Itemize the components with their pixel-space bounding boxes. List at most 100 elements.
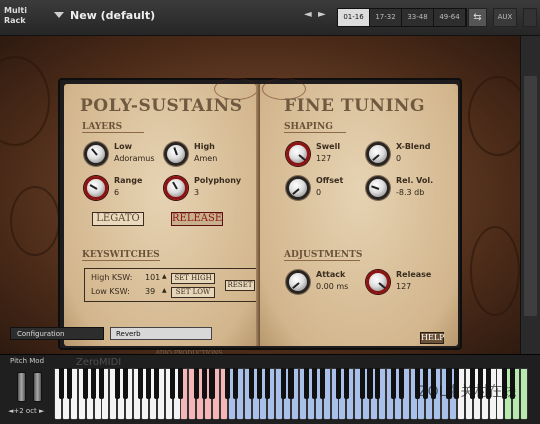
tab-17-32[interactable]: 17-32: [370, 9, 402, 26]
pitch-wheel[interactable]: [17, 372, 26, 402]
swell-knob[interactable]: [286, 142, 310, 166]
black-key[interactable]: [209, 368, 215, 399]
black-key[interactable]: [169, 368, 176, 399]
aux-button[interactable]: AUX: [493, 8, 517, 27]
black-key[interactable]: [233, 368, 239, 399]
black-key[interactable]: [391, 368, 397, 399]
black-key[interactable]: [312, 368, 318, 399]
white-key[interactable]: [520, 368, 529, 420]
black-key[interactable]: [288, 368, 294, 399]
low-layer-knob[interactable]: [84, 142, 108, 166]
rel-vol-value: -8.3 db: [396, 188, 425, 197]
help-button[interactable]: HELP: [420, 332, 445, 344]
configuration-tab[interactable]: Configuration: [10, 327, 104, 340]
release-toggle-button[interactable]: RELEASE: [171, 212, 223, 226]
keyswitch-box: High KSW: 101 ▲ Low KSW: 39 ▲ SET HIGH S…: [84, 268, 260, 302]
offset-value: 0: [316, 188, 322, 197]
black-key[interactable]: [367, 368, 373, 399]
black-key[interactable]: [201, 368, 207, 399]
sync-icon[interactable]: ⇆: [468, 8, 487, 27]
preset-name[interactable]: New (default): [70, 9, 155, 22]
set-low-button[interactable]: SET LOW: [171, 287, 215, 298]
rack-page-tabs: 01-16 17-32 33-48 49-64: [337, 8, 467, 27]
release-knob[interactable]: [366, 270, 390, 294]
black-key[interactable]: [177, 368, 183, 399]
polyphony-knob[interactable]: [164, 176, 188, 200]
octave-shift[interactable]: ◄+2 oct ►: [8, 407, 44, 415]
black-key[interactable]: [399, 368, 405, 399]
book-panel: POLY-SUSTAINS LAYERS Low Adoramus High A…: [58, 78, 462, 357]
black-key[interactable]: [375, 368, 381, 399]
tab-33-48[interactable]: 33-48: [402, 9, 434, 26]
black-key[interactable]: [83, 368, 89, 399]
offset-label: Offset: [316, 176, 344, 185]
black-key[interactable]: [256, 368, 262, 399]
next-preset-button[interactable]: ►: [318, 9, 326, 20]
scroll-thumb[interactable]: [524, 76, 537, 316]
black-key[interactable]: [264, 368, 270, 399]
polyphony-value: 3: [194, 188, 200, 197]
low-ksw-label: Low KSW:: [91, 287, 130, 296]
rack-scrollbar[interactable]: [520, 36, 540, 354]
black-key[interactable]: [335, 368, 341, 399]
black-key[interactable]: [98, 368, 104, 399]
reverb-field[interactable]: Reverb: [110, 327, 212, 340]
black-key[interactable]: [304, 368, 310, 399]
high-ksw-label: High KSW:: [91, 273, 133, 282]
low-value: Adoramus: [114, 154, 155, 163]
vine-ornament: [0, 56, 50, 146]
reset-button[interactable]: RESET: [225, 280, 255, 291]
x-blend-knob[interactable]: [366, 142, 390, 166]
rel-vol-label: Rel. Vol.: [396, 176, 434, 185]
fine-tuning-title: FINE TUNING: [284, 96, 425, 116]
low-ksw-stepper-icon[interactable]: ▲: [162, 287, 167, 294]
high-ksw-stepper-icon[interactable]: ▲: [162, 273, 167, 280]
black-key[interactable]: [146, 368, 152, 399]
low-ksw-value[interactable]: 39: [145, 287, 155, 296]
high-layer-knob[interactable]: [164, 142, 188, 166]
black-key[interactable]: [193, 368, 199, 399]
black-key[interactable]: [280, 368, 286, 399]
black-key[interactable]: [154, 368, 160, 399]
layers-heading: LAYERS: [82, 122, 144, 133]
black-key[interactable]: [225, 368, 231, 399]
high-label: High: [194, 142, 215, 151]
watermark-faint: ZeroMIDI: [76, 357, 122, 368]
close-button[interactable]: [523, 8, 537, 27]
prev-preset-button[interactable]: ◄: [304, 9, 312, 20]
range-knob[interactable]: [84, 176, 108, 200]
pitch-mod-label: Pitch Mod: [10, 357, 45, 365]
black-key[interactable]: [67, 368, 73, 399]
mod-wheel[interactable]: [33, 372, 42, 402]
attack-value: 0.00 ms: [316, 282, 349, 291]
left-page: POLY-SUSTAINS LAYERS Low Adoramus High A…: [64, 78, 260, 357]
swell-label: Swell: [316, 142, 341, 151]
multirack-label[interactable]: Multi Rack: [4, 6, 44, 32]
set-high-button[interactable]: SET HIGH: [171, 273, 215, 284]
black-key[interactable]: [114, 368, 120, 399]
preset-menu-icon[interactable]: [54, 12, 64, 18]
x-blend-label: X-Blend: [396, 142, 431, 151]
black-key[interactable]: [359, 368, 365, 399]
high-ksw-value[interactable]: 101: [145, 273, 160, 282]
legato-button[interactable]: LEGATO: [92, 212, 144, 226]
watermark: ZOL中关村在线: [418, 384, 517, 400]
attack-knob[interactable]: [286, 270, 310, 294]
tab-01-16[interactable]: 01-16: [338, 9, 370, 26]
black-key[interactable]: [343, 368, 349, 399]
vine-ornament: [468, 76, 528, 156]
black-key[interactable]: [138, 368, 144, 399]
rack-header: Multi Rack New (default) ◄ ► 01-16 17-32…: [0, 0, 540, 36]
tab-49-64[interactable]: 49-64: [434, 9, 466, 26]
offset-knob[interactable]: [286, 176, 310, 200]
black-key[interactable]: [320, 368, 326, 399]
black-key[interactable]: [248, 368, 255, 399]
keyswitches-heading: KEYSWITCHES: [82, 250, 160, 261]
black-key[interactable]: [59, 368, 65, 399]
black-key[interactable]: [122, 368, 128, 399]
black-key[interactable]: [90, 368, 97, 399]
release-value: 127: [396, 282, 412, 291]
attack-label: Attack: [316, 270, 346, 279]
range-value: 6: [114, 188, 120, 197]
rel-vol-knob[interactable]: [366, 176, 390, 200]
